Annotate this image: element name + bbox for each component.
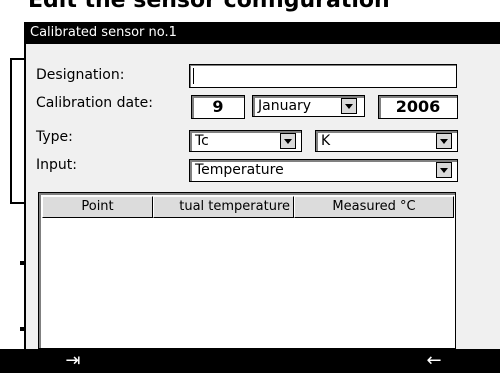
type-select[interactable]: Tc	[189, 130, 302, 152]
calibrated-sensor-dialog: Calibrated sensor no.1 Designation: Cali…	[24, 22, 500, 349]
calibration-day-value: 9	[212, 97, 224, 116]
designation-input[interactable]	[189, 64, 457, 88]
type-label: Type:	[36, 129, 73, 145]
tab-next-icon[interactable]: ⇥	[53, 349, 93, 373]
softkey-bar: ⇥ ←	[0, 349, 500, 373]
calibration-date-label: Calibration date:	[36, 95, 153, 111]
back-arrow-icon[interactable]: ←	[414, 349, 454, 373]
chevron-down-icon[interactable]	[436, 162, 452, 178]
column-header-actual-temperature[interactable]: tual temperature	[153, 196, 294, 218]
chevron-down-icon[interactable]	[341, 98, 357, 114]
chevron-down-icon[interactable]	[436, 133, 452, 149]
background-title: Edit the sensor configuration	[28, 0, 390, 13]
designation-label: Designation:	[36, 67, 125, 83]
calibration-month-select[interactable]: January	[252, 95, 365, 117]
input-value: Temperature	[195, 162, 284, 178]
text-caret	[193, 68, 194, 84]
type-value: Tc	[195, 133, 209, 149]
column-header-point[interactable]: Point	[42, 196, 153, 218]
calibration-month-value: January	[258, 98, 312, 114]
calibration-year-input[interactable]: 2006	[378, 95, 458, 119]
chevron-down-icon[interactable]	[280, 133, 296, 149]
table-header: Point tual temperature Measured °C	[42, 196, 454, 218]
subtype-select[interactable]: K	[315, 130, 458, 152]
input-select[interactable]: Temperature	[189, 159, 458, 182]
background-frame	[10, 58, 24, 204]
dialog-title: Calibrated sensor no.1	[26, 22, 500, 44]
calibration-points-table[interactable]: Point tual temperature Measured °C	[38, 192, 456, 349]
calibration-day-input[interactable]: 9	[191, 95, 245, 119]
subtype-value: K	[321, 133, 331, 149]
calibration-year-value: 2006	[395, 97, 441, 116]
input-label: Input:	[36, 157, 77, 173]
column-header-measured[interactable]: Measured °C	[294, 196, 454, 218]
